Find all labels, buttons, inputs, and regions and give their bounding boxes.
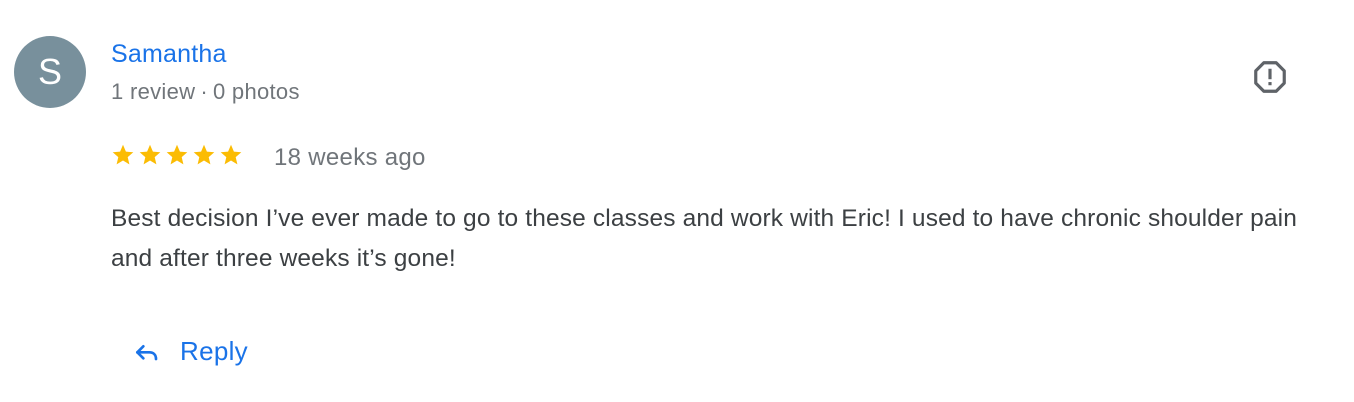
report-review-button[interactable] xyxy=(1244,55,1296,99)
star-icon xyxy=(139,144,161,165)
reply-arrow-icon xyxy=(136,345,158,361)
star-icon xyxy=(112,144,134,165)
review-card: S Samantha 1 review · 0 photos 18 weeks ag… xyxy=(0,0,1354,402)
review-count: 1 review xyxy=(111,79,196,104)
review-text: Best decision I’ve ever made to go to th… xyxy=(111,205,1298,272)
star-rating xyxy=(111,143,243,167)
star-icon xyxy=(166,144,188,165)
star-icon xyxy=(193,144,215,165)
reviewer-name[interactable]: Samantha xyxy=(111,40,227,69)
report-flag-icon xyxy=(1254,61,1286,93)
star-icon xyxy=(220,144,242,165)
avatar[interactable]: S xyxy=(14,36,86,108)
reply-label: Reply xyxy=(180,335,248,366)
review-date: 18 weeks ago xyxy=(274,144,426,171)
photo-count: 0 photos xyxy=(212,79,300,104)
reviewer-meta: 1 review · 0 photos xyxy=(111,79,300,105)
reply-button[interactable]: Reply xyxy=(126,330,252,372)
meta-separator: · xyxy=(200,79,208,104)
